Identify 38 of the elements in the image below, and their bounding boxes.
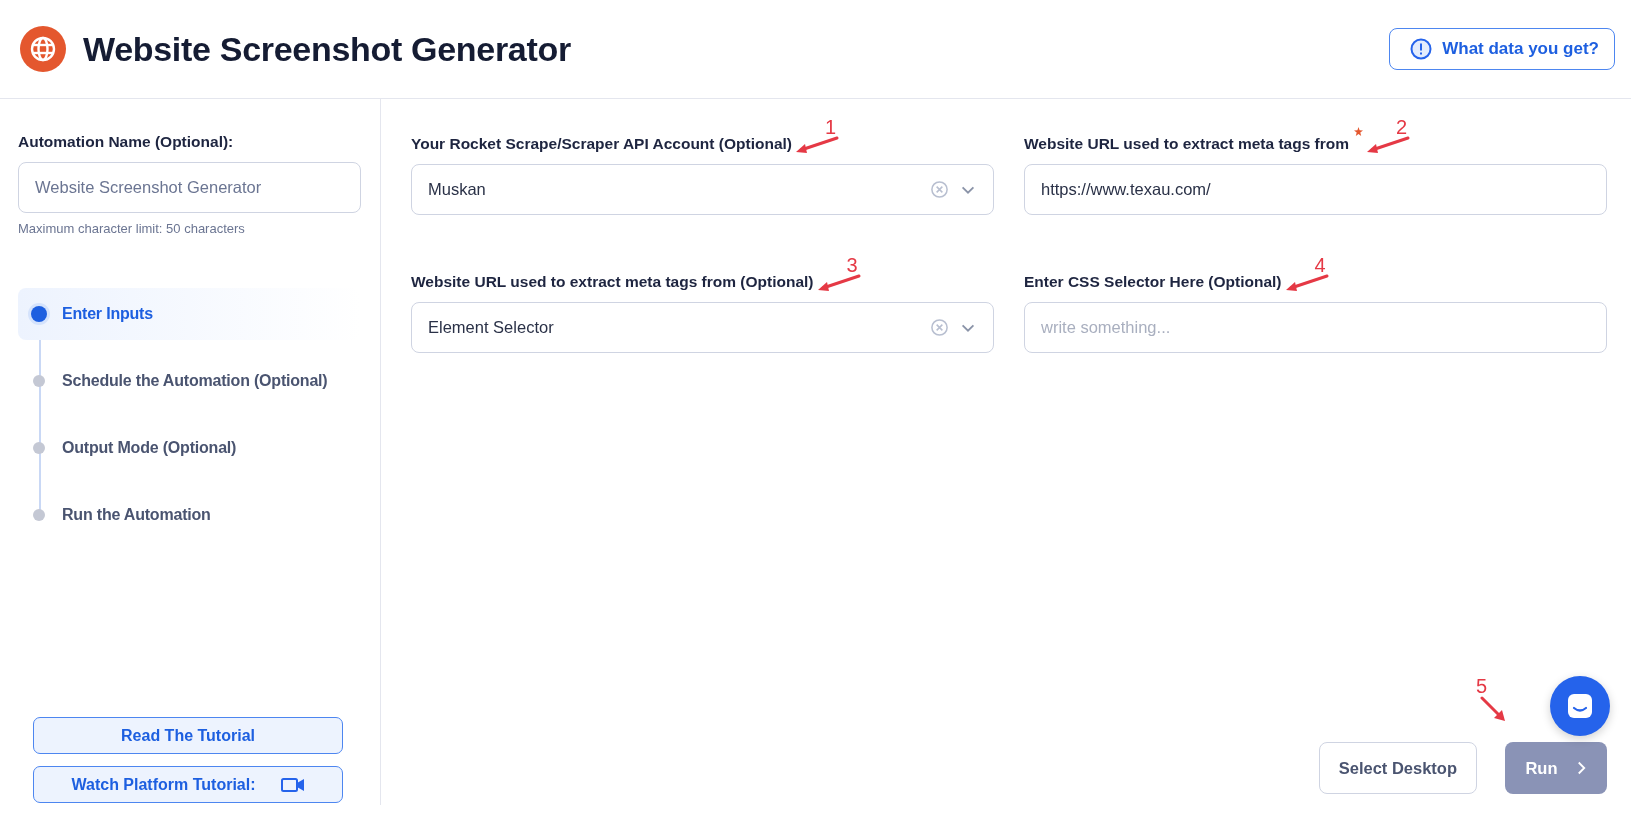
field-label: Your Rocket Scrape/Scraper API Account (Optional) — [411, 135, 792, 153]
step-item[interactable]: Output Mode (Optional) — [18, 422, 360, 474]
annotation-number: 2 — [1396, 117, 1408, 137]
globe-icon — [20, 26, 66, 72]
field-label: Website URL used to extract meta tags from — [1024, 135, 1349, 153]
chevron-right-icon — [1575, 761, 1587, 775]
required-mark-icon — [1354, 127, 1363, 136]
input-field[interactable]: Website Screenshot Generator — [18, 162, 361, 213]
annotation-number: 1 — [825, 117, 837, 137]
select-field[interactable]: Element Selector — [411, 302, 994, 353]
step-item[interactable]: Schedule the Automation (Optional) — [18, 355, 360, 407]
annotation-arrow — [1284, 273, 1329, 293]
annotation-arrow — [1480, 696, 1506, 722]
annotation-arrow — [1366, 135, 1410, 155]
annotation-number: 5 — [1476, 676, 1488, 696]
chat-button[interactable] — [1550, 676, 1610, 736]
info-button[interactable]: What data you get? — [1389, 28, 1615, 70]
annotation-number: 3 — [846, 255, 858, 275]
field-label: Enter CSS Selector Here (Optional) — [1024, 273, 1282, 291]
clear-icon[interactable] — [930, 318, 949, 337]
annotation-arrow — [816, 273, 861, 293]
clear-icon[interactable] — [930, 180, 949, 199]
field-label: Automation Name (Optional): — [18, 133, 235, 151]
annotation-arrow — [795, 135, 839, 155]
hint-text: Maximum character limit: 50 characters — [18, 221, 246, 236]
page-title: Website Screenshot Generator — [83, 29, 571, 69]
annotation-number: 4 — [1314, 255, 1326, 275]
input-field[interactable]: https://www.texau.com/ — [1024, 164, 1607, 215]
input-field[interactable]: write something... — [1024, 302, 1607, 353]
chat-icon — [1566, 692, 1594, 720]
step-item[interactable]: Run the Automation — [18, 489, 360, 541]
tutorial-button[interactable]: Read The Tutorial — [33, 717, 343, 754]
info-icon — [1410, 38, 1433, 60]
video-camera-icon — [280, 776, 305, 793]
select-field[interactable]: Muskan — [411, 164, 994, 215]
select-desktop-button[interactable]: Select Desktop — [1318, 742, 1477, 794]
field-label: Website URL used to extract meta tags from (Optional) — [411, 273, 814, 291]
tutorial-button[interactable]: Watch Platform Tutorial: — [33, 766, 343, 803]
